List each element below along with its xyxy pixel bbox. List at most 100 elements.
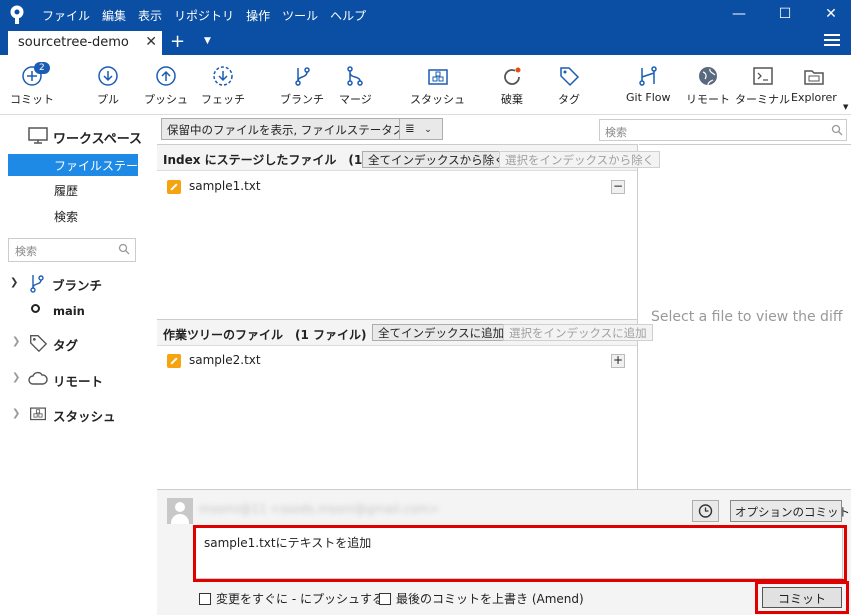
chevron-right-icon[interactable]: ❯	[12, 408, 20, 419]
file-search-input[interactable]: 検索	[599, 119, 847, 141]
toolbar-overflow-icon[interactable]: ▼	[843, 103, 848, 111]
menu-file[interactable]: ファイル	[42, 7, 90, 24]
amend-label: 最後のコミットを上書き (Amend)	[396, 592, 584, 606]
commit-button[interactable]: コミット	[762, 587, 842, 608]
maximize-button[interactable]: ☐	[774, 4, 796, 24]
modified-file-icon	[167, 353, 181, 368]
working-header: 作業ツリーのファイル (1 ファイル) 全てインデックスに追加 選択をインデック…	[157, 320, 653, 346]
avatar	[167, 498, 193, 524]
chevron-right-icon[interactable]: ❯	[12, 372, 20, 383]
sidebar-tags-heading[interactable]: タグ	[53, 335, 78, 354]
menu-help[interactable]: ヘルプ	[330, 7, 366, 24]
menu-bar: ファイル 編集 表示 リポジトリ 操作 ツール ヘルプ	[42, 7, 366, 24]
merge-button[interactable]: マージ	[339, 65, 372, 107]
menu-view[interactable]: 表示	[138, 7, 162, 24]
checkbox-icon	[379, 593, 391, 605]
file-filter-dropdown[interactable]: 保留中のファイルを表示, ファイルステータス順 ⌄	[161, 118, 438, 140]
tab-dropdown-icon[interactable]: ▼	[204, 36, 211, 46]
sidebar-search-input[interactable]: 検索	[8, 238, 136, 262]
branch-icon	[295, 67, 310, 86]
working-file-name: sample2.txt	[189, 353, 261, 367]
list-mode-dropdown[interactable]: ≣ ⌄	[399, 118, 443, 140]
new-tab-button[interactable]: +	[170, 31, 185, 52]
commit-options-dropdown[interactable]: オプションのコミット ⌄	[730, 500, 850, 522]
current-branch-icon	[31, 304, 40, 313]
stage-file-button[interactable]: +	[611, 354, 625, 368]
diff-empty-message: Select a file to view the diff	[651, 309, 843, 325]
list-icon: ≣	[405, 121, 415, 135]
fetch-button[interactable]: フェッチ	[201, 65, 245, 107]
filter-bar: 保留中のファイルを表示, ファイルステータス順 ⌄ ≣ ⌄ 検索	[157, 116, 851, 144]
menu-actions[interactable]: 操作	[246, 7, 270, 24]
branch-icon	[30, 275, 44, 293]
sidebar-item-file-status[interactable]: ファイルステータス	[8, 154, 138, 190]
hamburger-menu-icon[interactable]	[824, 34, 840, 48]
amend-checkbox[interactable]: 最後のコミットを上書き (Amend)	[379, 590, 584, 607]
remote-button[interactable]: リモート	[686, 65, 730, 107]
gitflow-button[interactable]: Git Flow	[626, 65, 671, 104]
sidebar: ワークスペース ファイルステータス 履歴 検索 検索 ❯ ブランチ main ❯…	[0, 116, 157, 615]
sidebar-branches-heading[interactable]: ブランチ	[52, 275, 102, 294]
working-title: 作業ツリーのファイル (1 ファイル)	[163, 328, 367, 342]
terminal-button[interactable]: ターミナル	[735, 65, 790, 107]
branch-label: ブランチ	[280, 93, 324, 106]
discard-button[interactable]: 破棄	[501, 65, 523, 107]
tab-close-icon[interactable]: ✕	[145, 34, 157, 50]
tab-sourcetree-demo[interactable]: sourcetree-demo ✕	[8, 31, 162, 55]
unstage-all-button[interactable]: 全てインデックスから除く	[362, 151, 512, 168]
working-file-row[interactable]: sample2.txt +	[167, 353, 633, 368]
tag-icon	[30, 335, 48, 353]
merge-icon	[347, 66, 364, 86]
tag-button[interactable]: タグ	[558, 65, 580, 107]
menu-edit[interactable]: 編集	[102, 7, 126, 24]
title-bar: ファイル 編集 表示 リポジトリ 操作 ツール ヘルプ — ☐ ✕	[0, 0, 851, 30]
explorer-label: Explorer	[791, 91, 837, 104]
pull-button[interactable]: プル	[97, 65, 119, 107]
sidebar-item-search[interactable]: 検索	[54, 208, 78, 225]
staged-file-row[interactable]: sample1.txt −	[167, 179, 633, 194]
push-label: プッシュ	[144, 93, 188, 106]
unstage-file-button[interactable]: −	[611, 180, 625, 194]
tab-bar: sourcetree-demo ✕ + ▼	[0, 30, 851, 55]
chevron-right-icon[interactable]: ❯	[12, 336, 20, 347]
sidebar-item-history[interactable]: 履歴	[54, 182, 78, 199]
explorer-button[interactable]: Explorer	[791, 65, 837, 104]
menu-repository[interactable]: リポジトリ	[174, 7, 234, 24]
push-now-label: 変更をすぐに - にプッシュする	[216, 592, 384, 606]
push-now-checkbox[interactable]: 変更をすぐに - にプッシュする	[199, 590, 384, 607]
branch-button[interactable]: ブランチ	[280, 65, 324, 107]
sidebar-branch-main[interactable]: main	[53, 304, 85, 318]
remote-label: リモート	[686, 93, 730, 106]
gitflow-icon	[639, 66, 657, 86]
commit-options-label: オプションのコミット	[735, 505, 850, 519]
stash-button[interactable]: スタッシュ	[410, 65, 465, 107]
commit-count-badge: 2	[34, 62, 50, 74]
tag-label: タグ	[558, 93, 580, 106]
unstage-selected-button[interactable]: 選択をインデックスから除く	[499, 151, 661, 168]
stage-selected-button[interactable]: 選択をインデックスに追加	[503, 324, 653, 341]
menu-tools[interactable]: ツール	[282, 7, 318, 24]
tag-icon	[560, 67, 580, 87]
sidebar-stashes-heading[interactable]: スタッシュ	[53, 406, 116, 425]
chevron-down-icon[interactable]: ❯	[10, 277, 18, 288]
staged-file-name: sample1.txt	[189, 179, 261, 193]
close-window-button[interactable]: ✕	[820, 4, 842, 24]
push-button[interactable]: プッシュ	[144, 65, 188, 107]
pull-label: プル	[97, 93, 119, 106]
gitflow-label: Git Flow	[626, 91, 671, 104]
fetch-icon	[213, 66, 233, 86]
tab-title: sourcetree-demo	[18, 35, 129, 50]
stage-all-button[interactable]: 全てインデックスに追加	[372, 324, 511, 341]
sidebar-remotes-heading[interactable]: リモート	[53, 371, 103, 390]
commit-history-button[interactable]	[692, 500, 719, 522]
diff-pane: Select a file to view the diff	[639, 144, 851, 489]
stash-icon	[30, 407, 46, 421]
commit-author: msomi@11 <ssods.msoni@gmail.com>	[199, 502, 440, 516]
minimize-button[interactable]: —	[728, 4, 750, 24]
clock-icon	[698, 504, 713, 518]
search-icon	[118, 243, 130, 255]
stash-label: スタッシュ	[410, 93, 465, 106]
commit-area: msomi@11 <ssods.msoni@gmail.com> オプションのコ…	[157, 489, 851, 615]
pull-icon	[98, 66, 118, 86]
discard-label: 破棄	[501, 93, 523, 106]
